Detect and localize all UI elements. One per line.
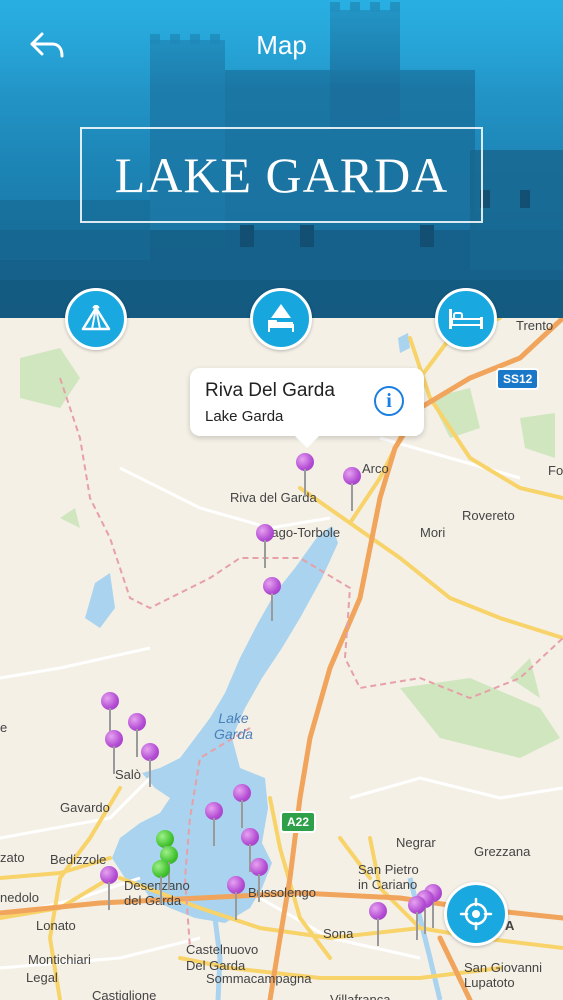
road-shield-ss12: SS12: [496, 368, 540, 390]
callout-subtitle: Lake Garda: [205, 408, 284, 425]
bed-icon: [449, 309, 483, 329]
map-pin[interactable]: [105, 730, 125, 776]
label-san-giovanni: San Giovanni Lupatoto: [464, 960, 543, 990]
map-pin[interactable]: [227, 876, 247, 922]
label-bedizzole: Bedizzole: [50, 852, 107, 867]
map-pin[interactable]: [141, 743, 161, 789]
category-camping-button[interactable]: [65, 288, 127, 350]
tent-icon: [81, 305, 111, 331]
label-montichiari: Montichiari: [28, 952, 91, 967]
page-title: Map: [256, 30, 307, 60]
map-pin[interactable]: [100, 866, 120, 912]
label-legal: Legal: [26, 970, 58, 985]
map-pin[interactable]: [343, 467, 363, 513]
label-gavardo: Gavardo: [60, 800, 110, 815]
locate-me-button[interactable]: [444, 882, 508, 946]
map-pin[interactable]: [408, 896, 428, 942]
label-castiglione: Castiglione: [92, 988, 157, 1000]
label-sommacampagna: Sommacampagna: [206, 971, 312, 986]
map-pin-green[interactable]: [152, 860, 172, 906]
map-pin[interactable]: [296, 453, 316, 499]
road-shield-a22: A22: [280, 811, 317, 833]
map-pin[interactable]: [369, 902, 389, 948]
map-pin[interactable]: [263, 577, 283, 623]
label-san-pietro: San Pietro in Cariano: [358, 862, 419, 892]
category-hotel-button[interactable]: [250, 288, 312, 350]
label-mori: Mori: [420, 525, 446, 540]
tent-bed-icon: [268, 304, 294, 332]
label-trento: Trento: [516, 318, 554, 333]
label-nedolo: nedolo: [0, 890, 40, 905]
label-negrar: Negrar: [396, 835, 436, 850]
map-pin[interactable]: [205, 802, 225, 848]
label-sona: Sona: [323, 926, 354, 941]
label-castelnuovo: Castelnuovo Del Garda: [186, 942, 259, 973]
label-villafranca: Villafranca: [330, 992, 391, 1000]
category-lodging-button[interactable]: [435, 288, 497, 350]
callout-title: Riva Del Garda: [205, 380, 335, 401]
map-callout[interactable]: Riva Del Garda Lake Garda i: [190, 368, 424, 448]
map-pin[interactable]: [250, 858, 270, 904]
map-pin[interactable]: [256, 524, 276, 570]
label-lake-garda: Lake Garda: [214, 710, 253, 742]
banner-title: LAKE GARDA: [114, 147, 449, 203]
map-pin[interactable]: [233, 784, 253, 830]
callout-tail: [295, 436, 319, 448]
info-button[interactable]: i: [374, 386, 404, 416]
label-zato: zato: [0, 850, 25, 865]
banner-title-box: LAKE GARDA: [80, 127, 483, 223]
label-rovereto: Rovereto: [462, 508, 515, 523]
label-e: e: [0, 720, 8, 735]
label-grezzana: Grezzana: [474, 844, 531, 859]
label-fo: Fo: [548, 463, 563, 478]
label-lonato: Lonato: [36, 918, 76, 933]
location-crosshair-icon: [459, 897, 493, 931]
info-icon: i: [386, 390, 392, 412]
label-arco: Arco: [362, 461, 389, 476]
